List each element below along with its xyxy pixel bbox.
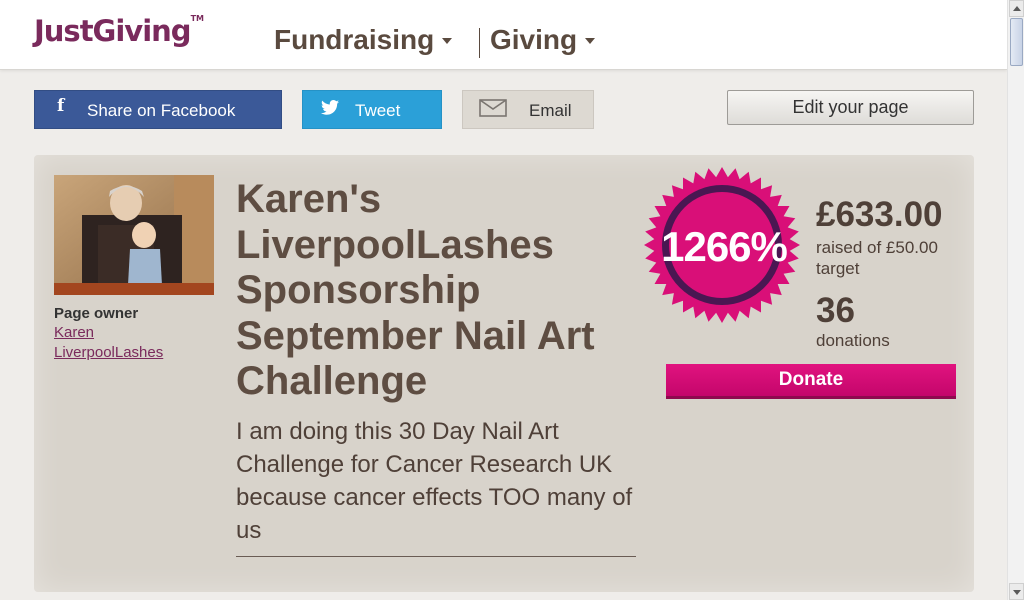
nav-fundraising[interactable]: Fundraising <box>274 24 453 56</box>
summary-divider <box>236 556 636 557</box>
chevron-down-icon <box>585 38 596 44</box>
amount-raised: £633.00 <box>816 195 943 234</box>
share-facebook-button[interactable]: f Share on Facebook <box>34 90 282 129</box>
facebook-icon: f <box>57 96 65 116</box>
page-owner-link[interactable]: Karen LiverpoolLashes <box>54 323 184 363</box>
site-header: JustGivingTM Fundraising Giving <box>0 0 1007 70</box>
logo-text: JustGiving <box>34 14 192 48</box>
page-summary: I am doing this 30 Day Nail Art Challeng… <box>236 418 633 544</box>
nav-divider <box>479 28 480 58</box>
scroll-down-arrow-icon[interactable] <box>1009 583 1024 600</box>
fundraising-panel: Page owner Karen LiverpoolLashes Karen's… <box>34 155 974 592</box>
envelope-icon <box>479 99 507 122</box>
vertical-scrollbar[interactable] <box>1007 0 1024 600</box>
page-title: Karen's LiverpoolLashes Sponsorship Sept… <box>236 177 595 403</box>
scroll-up-arrow-icon[interactable] <box>1009 0 1024 17</box>
edit-page-label: Edit your page <box>792 97 909 117</box>
progress-percent: 1266% <box>661 223 788 270</box>
page-owner-label: Page owner <box>54 305 139 322</box>
scrollbar-thumb[interactable] <box>1010 18 1023 66</box>
nav-giving-label: Giving <box>490 24 578 55</box>
nav-giving[interactable]: Giving <box>490 24 596 56</box>
edit-page-button[interactable]: Edit your page <box>727 90 974 125</box>
email-button[interactable]: Email <box>462 90 594 129</box>
donations-label: donations <box>816 331 890 350</box>
owner-photo <box>54 175 214 295</box>
donate-label: Donate <box>778 369 844 390</box>
share-facebook-label: Share on Facebook <box>87 101 236 120</box>
raised-target-text: raised of £50.00 target <box>816 238 938 278</box>
twitter-icon <box>321 100 339 120</box>
tweet-button[interactable]: Tweet <box>302 90 442 129</box>
justgiving-logo[interactable]: JustGivingTM <box>34 14 204 48</box>
donate-button[interactable]: Donate <box>666 364 956 399</box>
email-label: Email <box>529 101 572 120</box>
tweet-label: Tweet <box>355 101 401 120</box>
nav-fundraising-label: Fundraising <box>274 24 435 55</box>
logo-tm: TM <box>190 14 204 23</box>
chevron-down-icon <box>442 38 453 44</box>
donations-count: 36 <box>816 291 855 330</box>
